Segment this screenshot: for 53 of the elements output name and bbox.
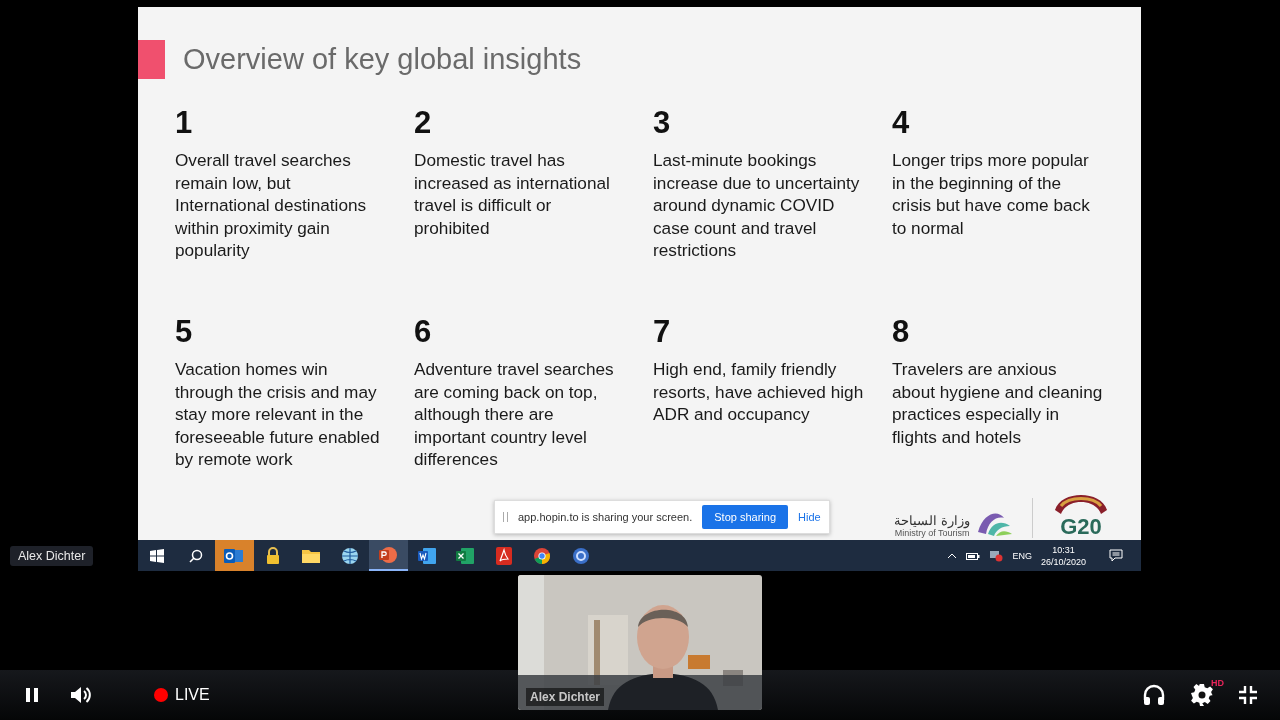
g20-logo-text: G20 [1060, 516, 1102, 538]
pause-icon[interactable] [23, 686, 41, 704]
insight-number: 5 [175, 314, 193, 350]
spreadsheet-app-icon [456, 546, 475, 565]
notification-icon[interactable] [1109, 549, 1123, 562]
globe-icon [340, 546, 359, 565]
stop-sharing-button[interactable]: Stop sharing [702, 505, 789, 529]
hide-link[interactable]: Hide [798, 511, 821, 523]
live-label: LIVE [175, 686, 210, 704]
insight-number: 8 [892, 314, 910, 350]
insight-number: 2 [414, 105, 432, 141]
document-app-icon [417, 546, 436, 565]
clock-date[interactable]: 26/10/2020 [1040, 555, 1086, 568]
browser-icon [533, 546, 552, 565]
insight-text: Travelers are anxious about hygiene and cleaning practices especially in flights and hotels [892, 358, 1104, 449]
presenter-name-tag: Alex Dichter [10, 546, 94, 566]
clock-time[interactable]: 10:31 [1052, 543, 1075, 556]
accent-bar [138, 40, 165, 79]
insight-text: Adventure travel searches are coming back on top, although there are important country level differences [414, 358, 615, 471]
sharing-message: app.hopin.to is sharing your screen. [518, 511, 693, 523]
folder-icon [302, 548, 321, 563]
circle-app-icon [571, 546, 590, 565]
pdf-app-icon [495, 546, 512, 565]
drag-handle-icon[interactable] [503, 512, 508, 522]
insight-number: 1 [175, 105, 193, 141]
insight-number: 4 [892, 105, 910, 141]
volume-icon[interactable] [70, 685, 94, 705]
insight-text: Overall travel searches remain low, but International destinations within proximity gain popularity [175, 149, 368, 262]
windows-start-icon [150, 548, 165, 563]
insight-text: Vacation homes win through the crisis and may stay more relevant in the foreseeable future enabled by remote work [175, 358, 381, 471]
insight-number: 3 [653, 105, 671, 141]
presentation-app-icon [379, 545, 398, 564]
padlock-icon [265, 546, 280, 565]
ministry-name: Ministry of Tourism [894, 528, 970, 538]
hd-label: HD [1211, 678, 1224, 688]
live-indicator-icon [154, 688, 168, 702]
search-icon [188, 548, 203, 563]
language-indicator[interactable]: ENG [1012, 550, 1032, 561]
video-name-overlay: Alex Dichter [526, 688, 605, 706]
caret-icon[interactable] [947, 552, 958, 559]
network-icon[interactable] [989, 549, 1004, 562]
battery-icon[interactable] [966, 550, 981, 561]
insight-text: High end, family friendly resorts, have achieved high ADR and occupancy [653, 358, 865, 426]
insight-text: Last-minute bookings increase due to uncertainty around dynamic COVID case count and travel restrictions [653, 149, 861, 262]
insight-text: Domestic travel has increased as international travel is difficult or prohibited [414, 149, 611, 240]
insight-number: 6 [414, 314, 432, 350]
ministry-name-arabic: وزارة السياحة [894, 513, 970, 528]
insight-text: Longer trips more popular in the beginning of the crisis but have come back to normal [892, 149, 1091, 240]
insight-number: 7 [653, 314, 671, 350]
headphones-icon[interactable] [1142, 684, 1166, 706]
mail-app-icon [224, 546, 245, 565]
slide-title: Overview of key global insights [183, 43, 582, 76]
exit-fullscreen-icon[interactable] [1238, 685, 1258, 705]
